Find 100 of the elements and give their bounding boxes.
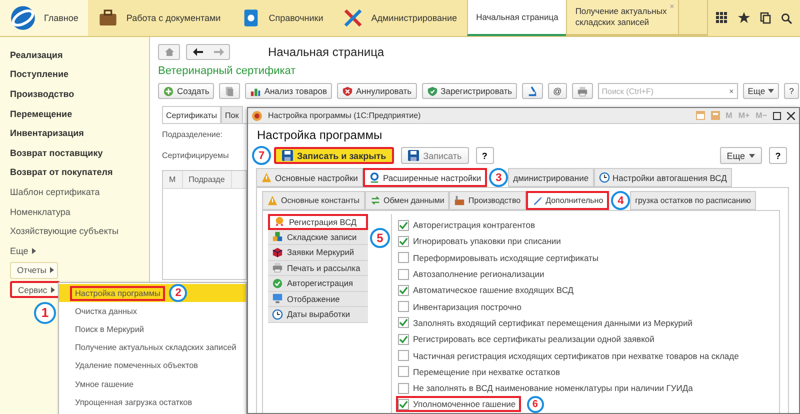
checkbox-option[interactable]: Регистрировать все сертификаты реализации одной заявкой xyxy=(396,331,660,348)
section-item[interactable]: Даты выработки xyxy=(268,307,368,322)
section-link[interactable]: Справочники xyxy=(230,0,334,36)
checkbox[interactable] xyxy=(398,334,409,345)
checkbox[interactable] xyxy=(398,382,409,394)
checkbox-option[interactable]: Автозаполнение регионализации xyxy=(396,266,550,282)
open-tab[interactable]: Получение актуальных складских записей × xyxy=(566,0,678,36)
sidebar-link[interactable]: Номенклатура xyxy=(10,202,149,222)
checkbox[interactable] xyxy=(398,284,409,296)
menu-item[interactable]: Удаление помеченных объектов xyxy=(59,356,246,375)
toolbar-button[interactable]: Аннулировать xyxy=(337,83,417,99)
tab[interactable]: дминистрирование xyxy=(508,168,594,187)
checkbox[interactable] xyxy=(398,398,409,410)
section-item[interactable]: Регистрация ВСД xyxy=(268,214,368,230)
checkbox-option[interactable]: Авторегистрация контрагентов xyxy=(396,217,540,234)
column-header[interactable]: М xyxy=(163,171,183,188)
checkbox-option[interactable]: Автоматическое гашение входящих ВСД xyxy=(396,282,579,298)
checkbox-option[interactable]: Уполномоченное гашение xyxy=(396,396,521,412)
checkbox-option[interactable]: Инвентаризация построчно xyxy=(396,298,526,315)
caret-icon xyxy=(768,89,774,93)
menu-button[interactable]: Отчеты xyxy=(10,262,58,279)
open-tab[interactable]: Начальная страница xyxy=(467,0,566,36)
more-button[interactable]: Еще xyxy=(720,147,762,164)
checkbox[interactable] xyxy=(398,268,409,280)
tab[interactable]: Сертификаты xyxy=(162,106,222,123)
menu-button[interactable]: Сервис xyxy=(10,281,60,298)
menu-item[interactable]: Умное гашение xyxy=(59,374,246,394)
menu-item[interactable]: Очистка данных xyxy=(59,302,246,320)
toolbar-button[interactable]: Создать xyxy=(158,83,214,99)
more-link[interactable]: Еще xyxy=(10,246,28,256)
history-buttons[interactable] xyxy=(186,44,230,60)
section-item[interactable]: Печать и рассылка xyxy=(268,260,368,276)
section-link[interactable]: Администрирование xyxy=(333,0,468,36)
checkbox[interactable] xyxy=(398,220,409,231)
save-button[interactable]: Записать xyxy=(401,147,469,164)
tab[interactable]: грузка остатков по расписанию xyxy=(630,191,756,210)
tab[interactable]: Настройки автогашения ВСД xyxy=(594,168,732,187)
menu-item[interactable]: Настройка программы 2 xyxy=(59,284,246,302)
sidebar-link[interactable]: Инвентаризация xyxy=(10,123,149,143)
help-button[interactable]: ? xyxy=(769,147,787,164)
menu-item[interactable]: Упрощенная загрузка остатков xyxy=(59,393,246,412)
sidebar-link[interactable]: Хозяйствующие субъекты xyxy=(10,221,149,241)
checkbox[interactable] xyxy=(398,366,409,378)
star-icon[interactable] xyxy=(738,12,750,24)
column-header[interactable]: Подразде xyxy=(182,171,232,188)
sidebar-link[interactable]: Возврат поставщику xyxy=(10,142,149,163)
grid-icon[interactable] xyxy=(716,12,728,24)
home-button[interactable] xyxy=(158,44,180,60)
copy-icon[interactable] xyxy=(760,12,771,24)
checkbox[interactable] xyxy=(398,236,409,247)
tab[interactable]: Дополнительно xyxy=(526,191,610,210)
checkbox-option[interactable]: Переформировывать исходящие сертификаты xyxy=(396,250,604,266)
checkbox[interactable] xyxy=(398,317,409,328)
help-button[interactable]: ? xyxy=(476,147,494,164)
sidebar-link[interactable]: Поступление xyxy=(10,64,149,84)
search-icon[interactable] xyxy=(781,12,792,24)
toolbar-button[interactable]: @ xyxy=(548,83,567,99)
section-item[interactable]: Отображение xyxy=(268,292,368,307)
tab[interactable]: Основные настройки xyxy=(256,168,363,187)
section-link[interactable]: Главное xyxy=(0,0,88,36)
checkbox[interactable] xyxy=(398,350,409,362)
icon-button[interactable] xyxy=(572,83,593,99)
clear-icon[interactable]: × xyxy=(729,86,734,96)
icon-button[interactable] xyxy=(219,83,240,99)
calendar-icon[interactable] xyxy=(696,111,705,120)
checkbox-option[interactable]: Перемещение при нехватке остатков xyxy=(396,364,565,380)
tab[interactable]: Пок xyxy=(221,106,243,123)
tab[interactable]: Расширенные настройки xyxy=(362,168,488,187)
sidebar-link[interactable]: Перемещение xyxy=(10,104,149,124)
maximize-icon[interactable] xyxy=(773,112,781,120)
more-button[interactable]: Еще xyxy=(742,83,780,99)
checkbox[interactable] xyxy=(398,252,409,264)
help-button[interactable]: ? xyxy=(784,83,799,99)
section-item[interactable]: Складские записи xyxy=(268,230,368,245)
menu-item[interactable]: Поиск в Меркурий xyxy=(59,320,246,339)
checkbox-option[interactable]: Игнорировать упаковки при списании xyxy=(396,233,566,250)
checkbox[interactable] xyxy=(398,301,409,312)
calculator-icon[interactable] xyxy=(710,111,720,120)
search-field[interactable]: Поиск (Ctrl+F) × xyxy=(598,83,738,99)
tab[interactable]: Производство xyxy=(449,191,526,210)
section-link[interactable]: Работа с документами xyxy=(88,0,231,36)
menu-item[interactable]: Получение актуальных складских записей xyxy=(59,338,246,357)
toolbar-button[interactable]: Зарегистрировать xyxy=(422,83,518,99)
factory-icon xyxy=(454,195,466,206)
sidebar-link[interactable]: Шаблон сертификата xyxy=(10,182,149,202)
sidebar-link[interactable]: Возврат от покупателя xyxy=(10,162,149,182)
checkbox-option[interactable]: Заполнять входящий сертификат перемещения данными из Меркурий xyxy=(396,314,698,331)
icon-button[interactable] xyxy=(522,83,544,99)
toolbar-button[interactable]: Анализ товаров xyxy=(245,83,332,99)
close-icon[interactable] xyxy=(787,112,795,120)
tab[interactable]: Основные константы xyxy=(262,191,364,210)
checkbox-option[interactable]: Частичная регистрация исходящих сертификатов при нехватке товаров на складе xyxy=(396,348,744,364)
tab[interactable]: Обмен данными xyxy=(364,191,450,210)
checkmark-icon xyxy=(272,278,283,289)
section-item[interactable]: Авторегистрация xyxy=(268,276,368,292)
save-button[interactable]: Записать и закрыть xyxy=(274,147,394,164)
sidebar-link[interactable]: Производство xyxy=(10,84,149,104)
checkbox-option[interactable]: Не заполнять в ВСД наименование номенклатуры при наличии ГУИДа xyxy=(396,380,698,396)
sidebar-link[interactable]: Реализация xyxy=(10,45,149,65)
section-item[interactable]: Заявки Меркурий xyxy=(268,245,368,260)
